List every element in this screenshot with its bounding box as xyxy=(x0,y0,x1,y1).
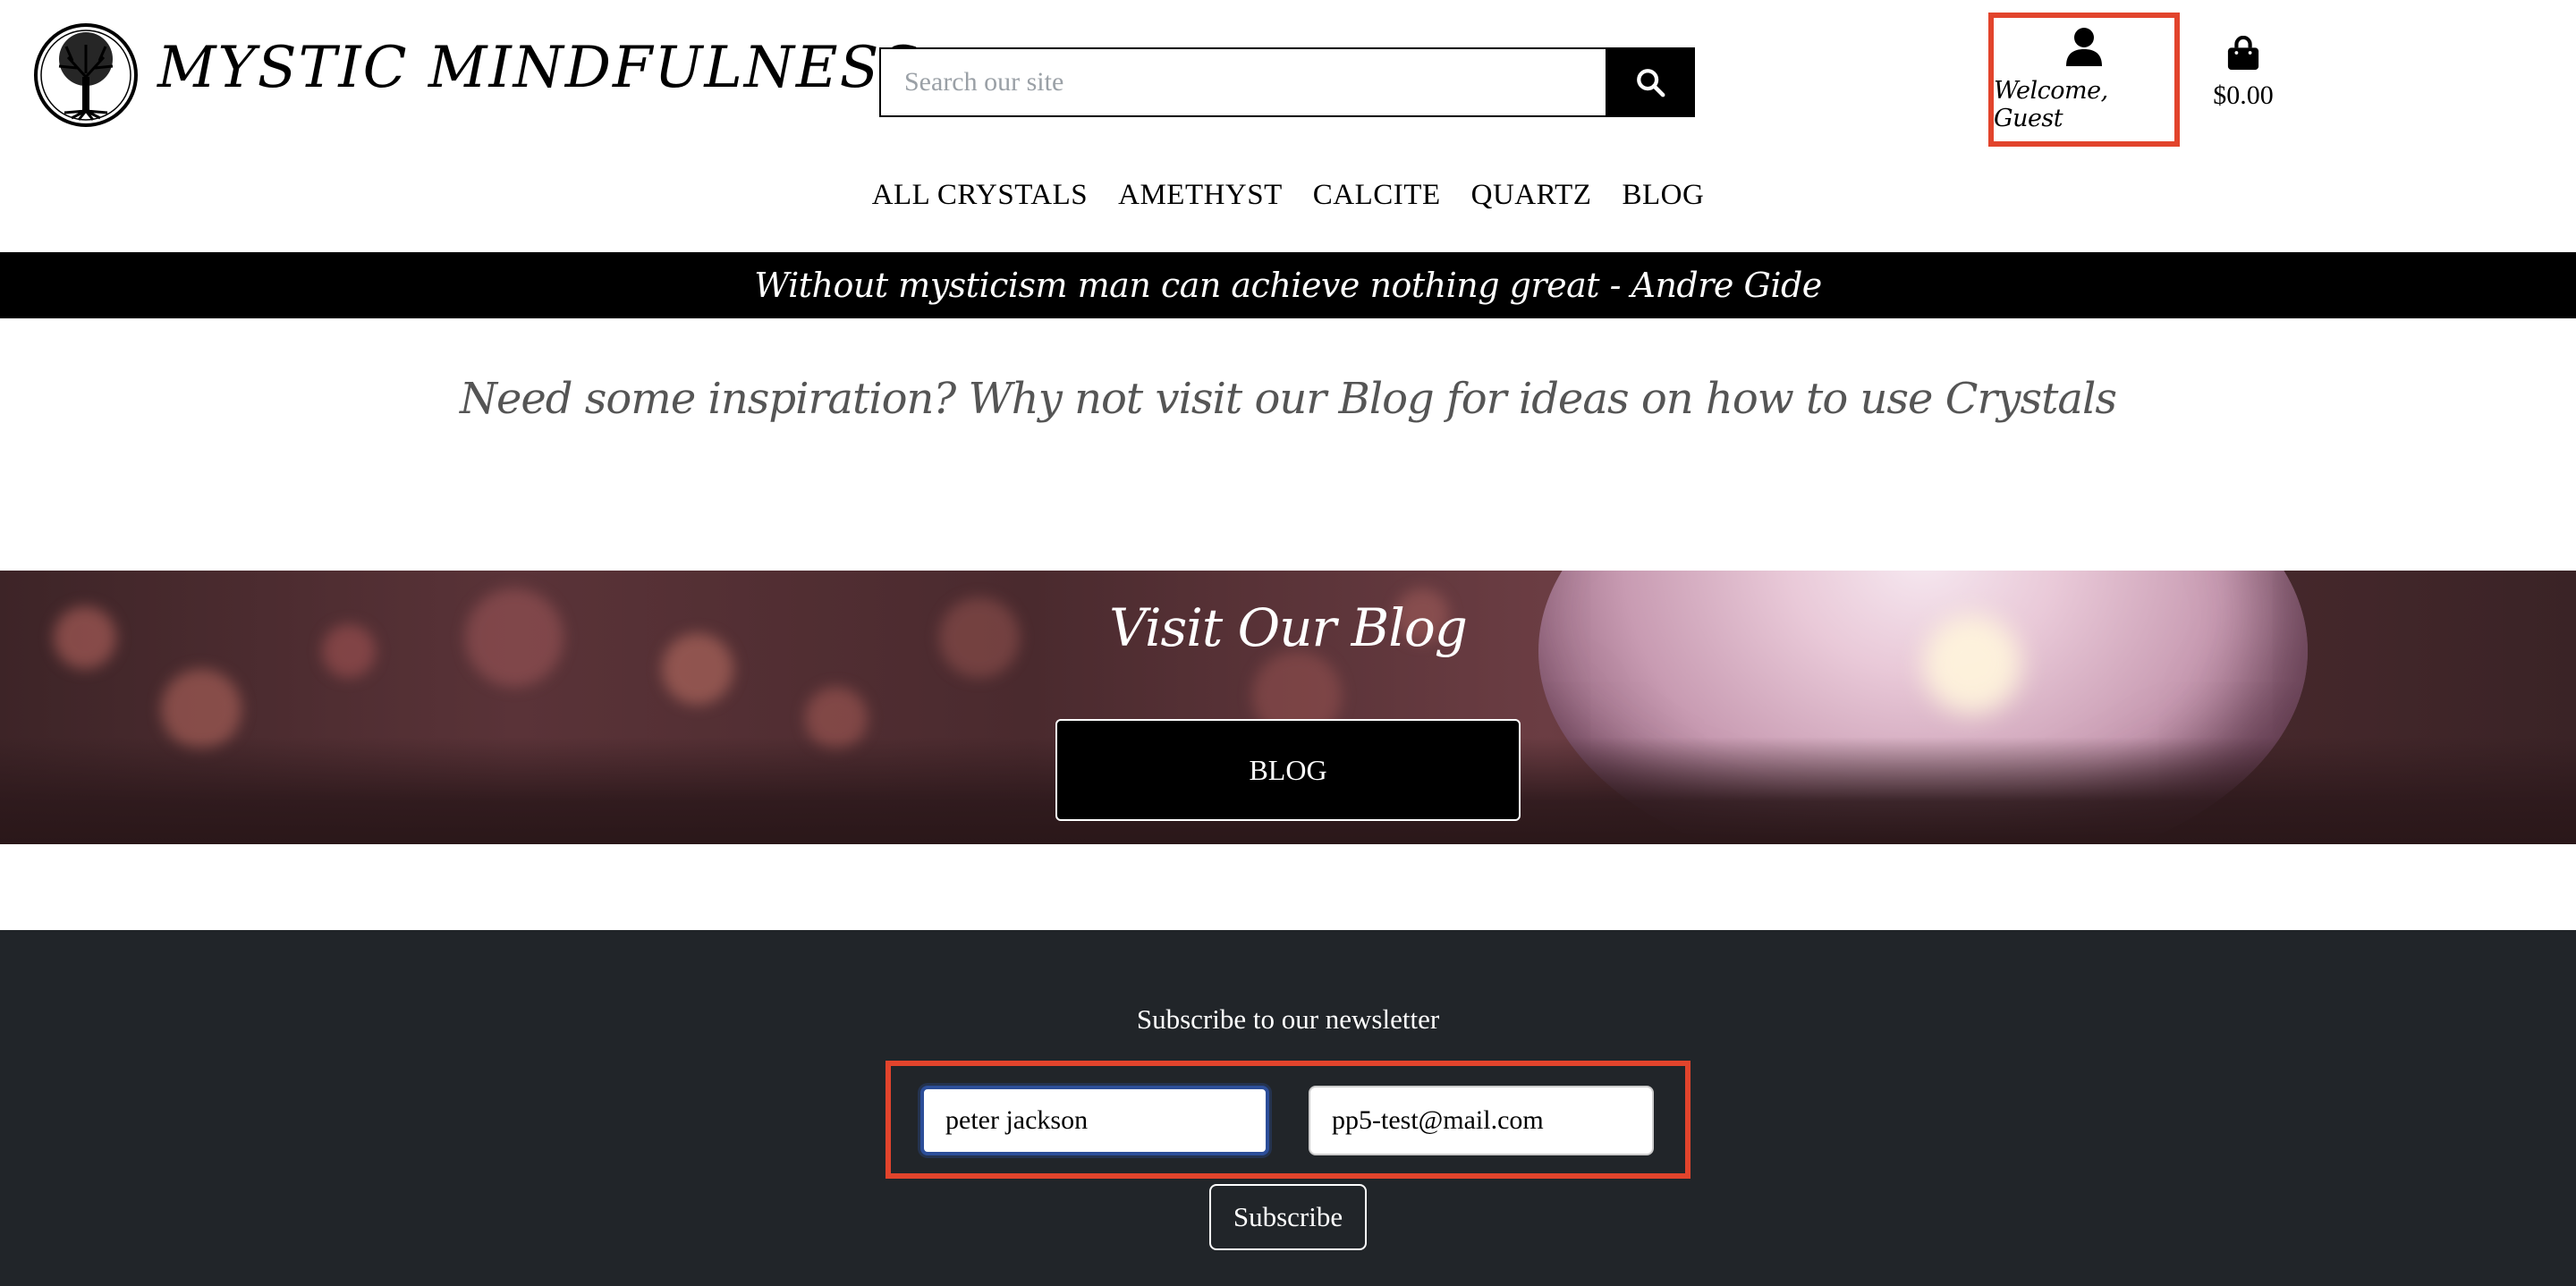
my-account-link[interactable]: Welcome, Guest xyxy=(1988,13,2180,147)
blog-button[interactable]: BLOG xyxy=(1055,719,1521,821)
shopping-bag-link[interactable]: $0.00 xyxy=(2207,36,2279,111)
search-input[interactable] xyxy=(879,47,1606,117)
visit-blog-heading: Visit Our Blog xyxy=(1109,597,1468,658)
shopping-bag-icon xyxy=(2227,36,2259,71)
brand-name[interactable]: MYSTIC MINDFULNESS xyxy=(157,30,920,106)
cart-total: $0.00 xyxy=(2213,80,2274,110)
welcome-guest-label: Welcome, Guest xyxy=(1994,77,2108,132)
search-bar xyxy=(879,47,1695,117)
inspiration-text: Need some inspiration? Why not visit our… xyxy=(459,374,2117,424)
newsletter-title: Subscribe to our newsletter xyxy=(1136,1003,1440,1035)
tree-of-life-logo-icon[interactable] xyxy=(32,21,140,129)
newsletter-name-field[interactable] xyxy=(920,1086,1269,1155)
quote-text: Without mysticism man can achieve nothin… xyxy=(754,266,1822,305)
nav-item-all-crystals[interactable]: ALL CRYSTALS xyxy=(872,179,1088,212)
site-header: MYSTIC MINDFULNESS Welcome, Guest $0.00 … xyxy=(0,0,2576,252)
search-button[interactable] xyxy=(1606,47,1695,117)
user-icon xyxy=(2066,28,2102,66)
nav-item-amethyst[interactable]: AMETHYST xyxy=(1118,179,1283,212)
newsletter-email-field[interactable] xyxy=(1309,1086,1654,1155)
nav-item-calcite[interactable]: CALCITE xyxy=(1313,179,1441,212)
search-icon xyxy=(1637,69,1665,97)
nav-item-blog[interactable]: BLOG xyxy=(1622,179,1704,212)
quote-banner: Without mysticism man can achieve nothin… xyxy=(0,252,2576,318)
main-nav: ALL CRYSTALS AMETHYST CALCITE QUARTZ BLO… xyxy=(0,179,2576,212)
subscribe-button[interactable]: Subscribe xyxy=(1209,1184,1367,1250)
nav-item-quartz[interactable]: QUARTZ xyxy=(1471,179,1592,212)
